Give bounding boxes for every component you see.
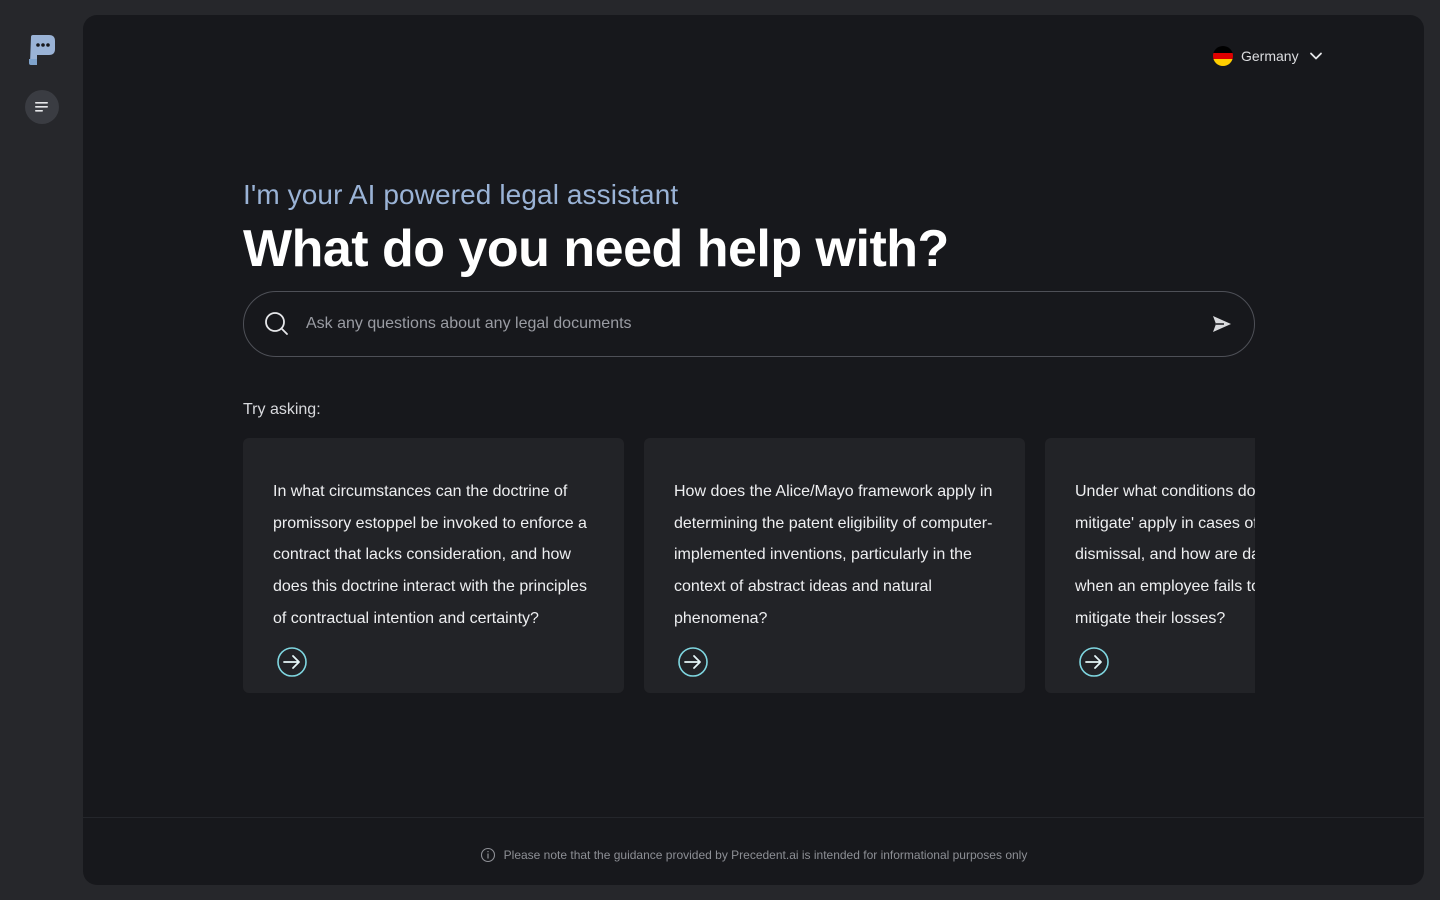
germany-flag-icon [1213, 46, 1233, 66]
suggestion-text: In what circumstances can the doctrine o… [273, 483, 587, 627]
history-menu-button[interactable] [25, 90, 59, 124]
arrow-right-icon[interactable] [1075, 646, 1113, 677]
arrow-right-icon[interactable] [273, 646, 311, 677]
suggestion-text: Under what conditions does the 'duty to … [1075, 483, 1255, 627]
history-menu-icon [35, 102, 48, 112]
suggestion-text: How does the Alice/Mayo framework apply … [674, 483, 993, 627]
precedent-logo-icon[interactable] [27, 33, 57, 67]
chevron-down-icon [1309, 52, 1322, 60]
arrow-right-icon[interactable] [674, 646, 712, 677]
page-title: What do you need help with? [243, 220, 949, 278]
footer-notice: Please note that the guidance provided b… [83, 847, 1424, 863]
try-asking-label: Try asking: [243, 401, 321, 418]
country-selector[interactable]: Germany [1213, 45, 1323, 67]
country-label: Germany [1241, 48, 1299, 64]
footer-divider [83, 817, 1424, 818]
sidebar [0, 0, 83, 900]
suggestion-card[interactable]: How does the Alice/Mayo framework apply … [644, 438, 1025, 693]
info-icon [480, 847, 495, 863]
send-icon [1213, 316, 1231, 332]
send-button[interactable] [1210, 312, 1234, 336]
suggestion-card[interactable]: In what circumstances can the doctrine o… [243, 438, 624, 693]
search-icon [265, 312, 288, 335]
search-bar [243, 291, 1255, 357]
disclaimer-text: Please note that the guidance provided b… [503, 848, 1028, 862]
suggestion-cards: In what circumstances can the doctrine o… [243, 438, 1255, 693]
hero-subtitle: I'm your AI powered legal assistant [243, 179, 679, 210]
search-input[interactable] [306, 315, 1210, 333]
suggestion-card[interactable]: Under what conditions does the 'duty to … [1045, 438, 1255, 693]
main-panel: Germany I'm your AI powered legal assist… [83, 15, 1424, 885]
